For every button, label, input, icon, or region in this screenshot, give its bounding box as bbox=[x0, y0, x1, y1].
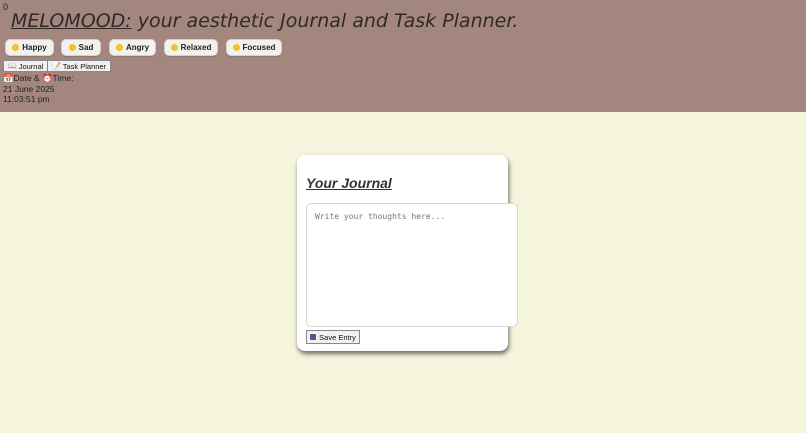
mood-label: Relaxed bbox=[180, 43, 212, 52]
current-time: 11:03:51 pm bbox=[3, 94, 50, 104]
tab-label: Journal bbox=[18, 61, 44, 71]
sad-emoji-icon bbox=[68, 44, 76, 51]
header-banner: 0 MELOMOOD: your aesthetic Journal and T… bbox=[0, 0, 806, 112]
tab-journal[interactable]: 📖 Journal bbox=[3, 60, 49, 72]
mood-label: Happy bbox=[22, 43, 47, 52]
happy-emoji-icon bbox=[12, 44, 20, 51]
tab-task-planner[interactable]: 📝 Task Planner bbox=[47, 60, 112, 72]
mood-label: Sad bbox=[78, 43, 94, 52]
current-date: 21 June 2025 bbox=[3, 84, 55, 94]
notepad-icon: 📝 bbox=[52, 63, 61, 70]
mood-button-focused[interactable]: Focused bbox=[226, 39, 282, 56]
calendar-icon: 📅 bbox=[3, 73, 14, 83]
tagline: your aesthetic Journal and Task Planner. bbox=[131, 10, 519, 32]
save-entry-label: Save Entry bbox=[319, 332, 356, 342]
alarm-clock-icon: ⏰ bbox=[41, 73, 53, 83]
angry-emoji-icon bbox=[115, 44, 123, 51]
mood-button-relaxed[interactable]: Relaxed bbox=[164, 39, 218, 56]
book-icon: 📖 bbox=[8, 63, 17, 70]
tab-label: Task Planner bbox=[62, 61, 107, 71]
save-entry-button[interactable]: Save Entry bbox=[306, 330, 360, 344]
mood-button-happy[interactable]: Happy bbox=[5, 39, 54, 56]
date-label: Date & bbox=[13, 73, 42, 83]
relaxed-emoji-icon bbox=[170, 44, 178, 51]
page-title: MELOMOOD: your aesthetic Journal and Tas… bbox=[11, 10, 518, 32]
journal-card: Your Journal Save Entry bbox=[297, 155, 518, 351]
floppy-disk-icon bbox=[310, 334, 317, 340]
journal-title: Your Journal bbox=[306, 175, 392, 191]
mood-label: Angry bbox=[125, 43, 150, 52]
focused-emoji-icon bbox=[232, 44, 240, 51]
brand-name: MELOMOOD: bbox=[11, 10, 132, 32]
journal-textarea[interactable] bbox=[306, 203, 518, 327]
mood-button-sad[interactable]: Sad bbox=[61, 39, 101, 56]
mood-label: Focused bbox=[242, 43, 276, 52]
mood-button-angry[interactable]: Angry bbox=[109, 39, 156, 56]
time-label: Time: bbox=[52, 73, 74, 83]
corner-counter: 0 bbox=[3, 2, 9, 12]
datetime-label: 📅Date & ⏰Time: bbox=[3, 73, 73, 84]
